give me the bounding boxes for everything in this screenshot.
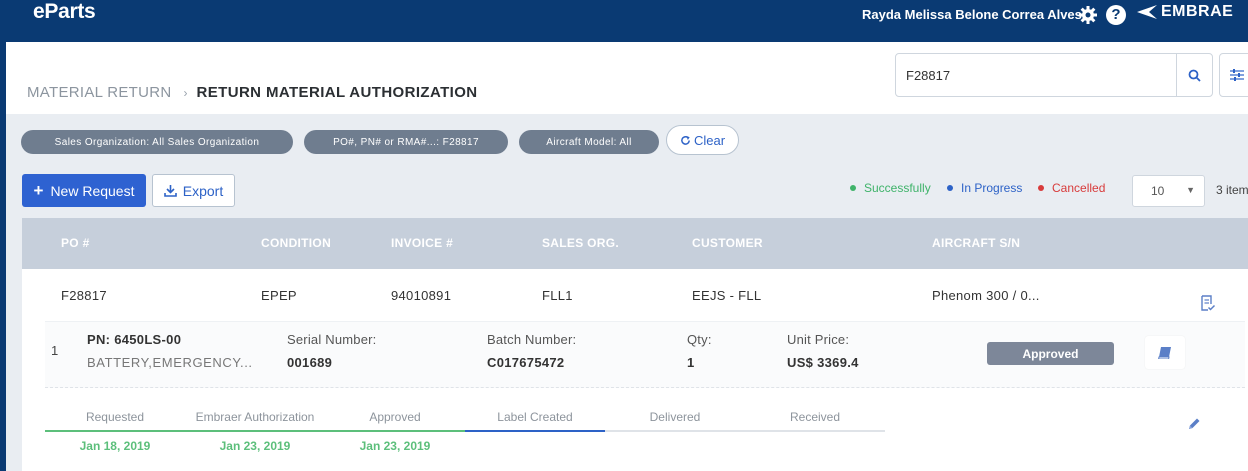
unit-price-value: US$ 3369.4 <box>787 355 859 370</box>
status-badge: Approved <box>987 342 1114 365</box>
status-dot-icon <box>1038 185 1044 191</box>
col-aircraft-sn[interactable]: AIRCRAFT S/N <box>932 236 1020 250</box>
caret-down-icon: ▼ <box>1186 185 1195 195</box>
filter-settings-button[interactable] <box>1219 53 1248 97</box>
book-icon <box>1158 346 1171 359</box>
date-requested: Jan 18, 2019 <box>79 439 151 453</box>
legend-successfully: Successfully <box>850 181 931 195</box>
batch-value: C017675472 <box>487 355 565 370</box>
search-box <box>895 53 1213 97</box>
user-name[interactable]: Rayda Melissa Belone Correa Alves <box>862 7 1082 22</box>
clear-filters-button[interactable]: Clear <box>666 125 739 155</box>
item-detail-panel: 1 PN: 6450LS-00 BATTERY,EMERGENCY... Ser… <box>45 321 1245 388</box>
part-number: PN: 6450LS-00 <box>87 332 182 347</box>
details-button[interactable] <box>1145 336 1185 369</box>
status-dot-icon <box>947 185 953 191</box>
col-invoice[interactable]: INVOICE # <box>391 236 453 250</box>
qty-value: 1 <box>687 355 695 370</box>
col-po[interactable]: PO # <box>61 236 90 250</box>
filter-chip-aircraft-model[interactable]: Aircraft Model: All <box>519 130 659 154</box>
export-button[interactable]: Export <box>152 174 235 207</box>
embraer-logo: EMBRAE <box>1136 3 1233 21</box>
refresh-icon <box>681 135 690 145</box>
col-sales-org[interactable]: SALES ORG. <box>542 236 619 250</box>
cell-aircraft-sn: Phenom 300 / 0... <box>932 288 1040 303</box>
page-title: RETURN MATERIAL AUTHORIZATION <box>196 84 478 101</box>
batch-label: Batch Number: <box>487 332 577 347</box>
unit-price-label: Unit Price: <box>787 332 850 347</box>
date-embraer-authorization: Jan 23, 2019 <box>219 439 291 453</box>
per-page-value: 10 <box>1151 184 1165 198</box>
new-request-label: New Request <box>50 182 135 199</box>
step-label-created: Label Created <box>497 410 573 424</box>
gear-icon[interactable] <box>1078 5 1098 25</box>
document-check-icon[interactable] <box>1200 295 1216 317</box>
item-index: 1 <box>51 343 59 358</box>
download-icon <box>163 185 177 197</box>
logo-text: EMBRAE <box>1161 3 1234 20</box>
step-approved: Approved <box>369 410 421 424</box>
cell-condition: EPEP <box>261 288 297 303</box>
search-input[interactable] <box>906 64 1166 86</box>
search-icon <box>1188 69 1201 82</box>
serial-label: Serial Number: <box>287 332 377 347</box>
timeline-progress-active <box>465 430 605 432</box>
search-button[interactable] <box>1176 54 1212 96</box>
step-delivered: Delivered <box>649 410 701 424</box>
step-embraer-authorization: Embraer Authorization <box>195 410 315 424</box>
pencil-icon[interactable] <box>1187 417 1201 436</box>
cell-sales-org: FLL1 <box>542 288 573 303</box>
part-description: BATTERY,EMERGENCY... <box>87 355 253 370</box>
timeline-progress-done <box>45 430 465 432</box>
serial-value: 001689 <box>287 355 333 370</box>
col-condition[interactable]: CONDITION <box>261 236 331 250</box>
top-bar: eParts Rayda Melissa Belone Correa Alves… <box>0 0 1248 42</box>
legend-label: In Progress <box>961 181 1023 195</box>
sliders-icon <box>1230 69 1244 81</box>
help-icon[interactable]: ? <box>1106 5 1126 25</box>
table-header: PO # CONDITION INVOICE # SALES ORG. CUST… <box>22 218 1248 269</box>
plus-icon: + <box>33 180 44 200</box>
legend-in-progress: In Progress <box>947 181 1022 195</box>
status-dot-icon <box>850 185 856 191</box>
items-count: 3 items <box>1216 183 1248 197</box>
app-title[interactable]: eParts <box>33 0 96 24</box>
legend-label: Cancelled <box>1052 181 1106 195</box>
filter-chip-sales-org[interactable]: Sales Organization: All Sales Organizati… <box>21 130 293 154</box>
breadcrumb: MATERIAL RETURN › RETURN MATERIAL AUTHOR… <box>27 84 478 101</box>
new-request-button[interactable]: + New Request <box>22 174 146 207</box>
breadcrumb-parent[interactable]: MATERIAL RETURN <box>27 84 172 101</box>
clear-label: Clear <box>693 132 726 148</box>
table-row[interactable]: F28817 EPEP 94010891 FLL1 EEJS - FLL Phe… <box>22 269 1248 471</box>
chevron-right-icon: › <box>183 85 188 100</box>
col-customer[interactable]: CUSTOMER <box>692 236 763 250</box>
filter-chip-po[interactable]: PO#, PN# or RMA#...: F28817 <box>304 130 508 154</box>
step-received: Received <box>789 410 841 424</box>
cell-customer: EEJS - FLL <box>692 288 762 303</box>
cell-invoice: 94010891 <box>391 288 452 303</box>
step-requested: Requested <box>85 410 145 424</box>
legend-cancelled: Cancelled <box>1038 181 1105 195</box>
cell-po: F28817 <box>61 288 107 303</box>
per-page-select[interactable]: 10 ▼ <box>1132 175 1205 207</box>
export-label: Export <box>182 182 224 199</box>
legend-label: Successfully <box>864 181 931 195</box>
qty-label: Qty: <box>687 332 712 347</box>
date-approved: Jan 23, 2019 <box>359 439 431 453</box>
